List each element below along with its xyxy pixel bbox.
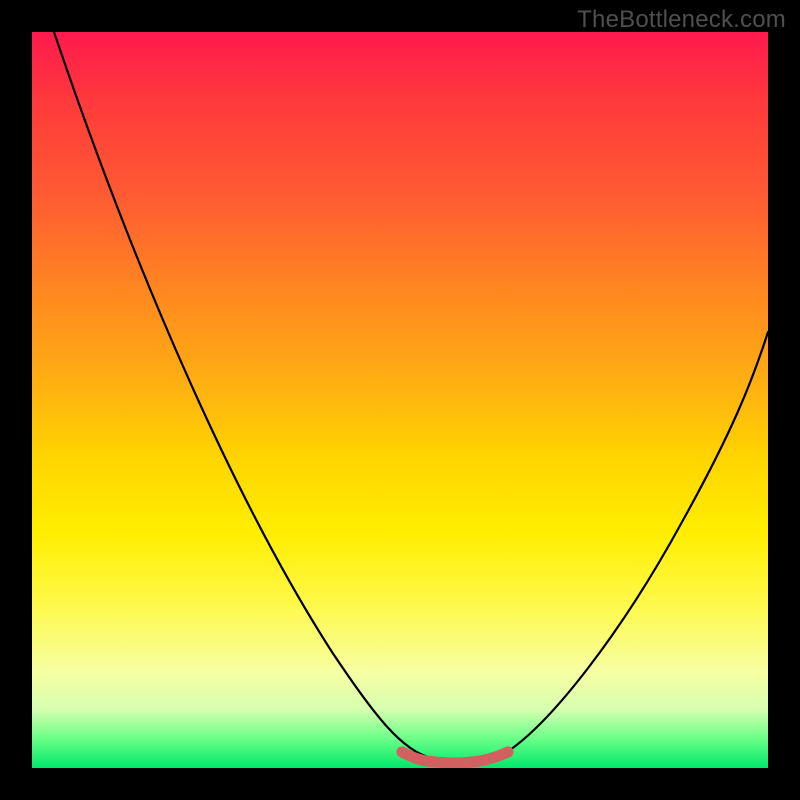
optimal-region xyxy=(402,752,508,763)
chart-frame: TheBottleneck.com xyxy=(0,0,800,800)
optimal-start-dot xyxy=(397,747,408,758)
optimal-end-dot xyxy=(503,747,514,758)
bottleneck-curve xyxy=(54,32,768,761)
plot-svg xyxy=(32,32,768,768)
watermark-text: TheBottleneck.com xyxy=(577,6,786,34)
